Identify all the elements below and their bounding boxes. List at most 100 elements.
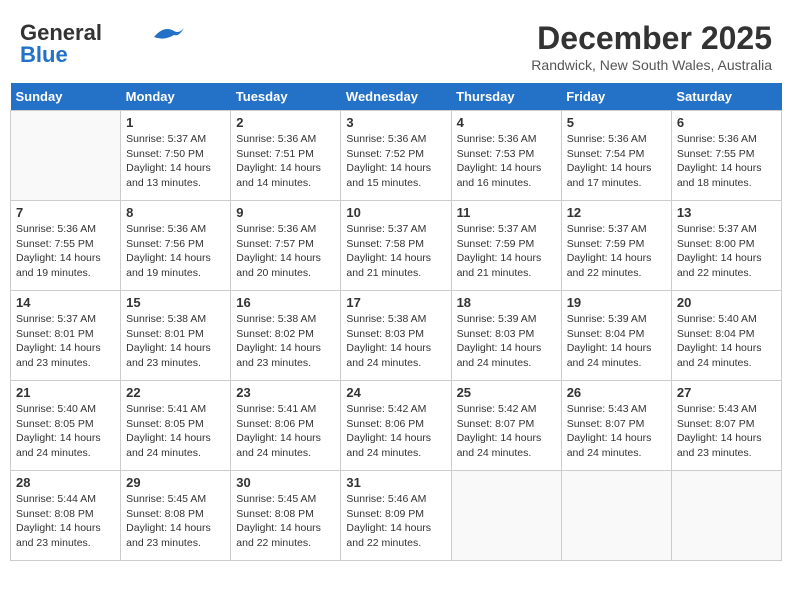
calendar-cell: 3 Sunrise: 5:36 AM Sunset: 7:52 PM Daylig… xyxy=(341,111,451,201)
calendar-cell: 13 Sunrise: 5:37 AM Sunset: 8:00 PM Dayli… xyxy=(671,201,781,291)
day-number: 16 xyxy=(236,295,335,310)
week-row-2: 7 Sunrise: 5:36 AM Sunset: 7:55 PM Daylig… xyxy=(11,201,782,291)
logo: General Blue xyxy=(20,20,184,68)
day-info: Sunrise: 5:44 AM Sunset: 8:08 PM Dayligh… xyxy=(16,492,115,551)
day-number: 3 xyxy=(346,115,445,130)
day-number: 5 xyxy=(567,115,666,130)
calendar-cell: 16 Sunrise: 5:38 AM Sunset: 8:02 PM Dayli… xyxy=(231,291,341,381)
day-info: Sunrise: 5:36 AM Sunset: 7:53 PM Dayligh… xyxy=(457,132,556,191)
calendar-cell: 24Sunrise: 5:42 AM Sunset: 8:06 PM Dayli… xyxy=(341,381,451,471)
calendar-cell: 19Sunrise: 5:39 AM Sunset: 8:04 PM Dayli… xyxy=(561,291,671,381)
day-info: Sunrise: 5:39 AM Sunset: 8:03 PM Dayligh… xyxy=(457,312,556,371)
day-number: 22 xyxy=(126,385,225,400)
location: Randwick, New South Wales, Australia xyxy=(531,57,772,73)
week-row-3: 14 Sunrise: 5:37 AM Sunset: 8:01 PM Dayli… xyxy=(11,291,782,381)
day-number: 26 xyxy=(567,385,666,400)
day-info: Sunrise: 5:36 AM Sunset: 7:55 PM Dayligh… xyxy=(677,132,776,191)
day-info: Sunrise: 5:39 AM Sunset: 8:04 PM Dayligh… xyxy=(567,312,666,371)
day-info: Sunrise: 5:42 AM Sunset: 8:07 PM Dayligh… xyxy=(457,402,556,461)
calendar-cell xyxy=(561,471,671,561)
col-header-sunday: Sunday xyxy=(11,83,121,111)
day-number: 12 xyxy=(567,205,666,220)
day-number: 29 xyxy=(126,475,225,490)
calendar-cell: 30 Sunrise: 5:45 AM Sunset: 8:08 PM Dayli… xyxy=(231,471,341,561)
day-info: Sunrise: 5:38 AM Sunset: 8:01 PM Dayligh… xyxy=(126,312,225,371)
logo-bird-icon xyxy=(154,23,184,41)
calendar-cell: 9Sunrise: 5:36 AM Sunset: 7:57 PM Daylig… xyxy=(231,201,341,291)
day-number: 17 xyxy=(346,295,445,310)
day-info: Sunrise: 5:43 AM Sunset: 8:07 PM Dayligh… xyxy=(677,402,776,461)
calendar-cell: 23 Sunrise: 5:41 AM Sunset: 8:06 PM Dayli… xyxy=(231,381,341,471)
day-number: 23 xyxy=(236,385,335,400)
day-number: 20 xyxy=(677,295,776,310)
day-info: Sunrise: 5:36 AM Sunset: 7:56 PM Dayligh… xyxy=(126,222,225,281)
calendar-cell: 21 Sunrise: 5:40 AM Sunset: 8:05 PM Dayli… xyxy=(11,381,121,471)
day-number: 13 xyxy=(677,205,776,220)
calendar-cell: 2 Sunrise: 5:36 AM Sunset: 7:51 PM Daylig… xyxy=(231,111,341,201)
logo-blue: Blue xyxy=(20,42,68,68)
day-info: Sunrise: 5:41 AM Sunset: 8:05 PM Dayligh… xyxy=(126,402,225,461)
day-info: Sunrise: 5:36 AM Sunset: 7:57 PM Dayligh… xyxy=(236,222,335,281)
col-header-thursday: Thursday xyxy=(451,83,561,111)
day-info: Sunrise: 5:36 AM Sunset: 7:52 PM Dayligh… xyxy=(346,132,445,191)
day-number: 6 xyxy=(677,115,776,130)
calendar-cell: 1 Sunrise: 5:37 AM Sunset: 7:50 PM Daylig… xyxy=(121,111,231,201)
day-number: 28 xyxy=(16,475,115,490)
day-number: 30 xyxy=(236,475,335,490)
day-info: Sunrise: 5:37 AM Sunset: 7:59 PM Dayligh… xyxy=(457,222,556,281)
day-info: Sunrise: 5:36 AM Sunset: 7:51 PM Dayligh… xyxy=(236,132,335,191)
calendar-cell xyxy=(451,471,561,561)
week-row-5: 28 Sunrise: 5:44 AM Sunset: 8:08 PM Dayli… xyxy=(11,471,782,561)
day-info: Sunrise: 5:41 AM Sunset: 8:06 PM Dayligh… xyxy=(236,402,335,461)
day-info: Sunrise: 5:40 AM Sunset: 8:05 PM Dayligh… xyxy=(16,402,115,461)
week-row-4: 21 Sunrise: 5:40 AM Sunset: 8:05 PM Dayli… xyxy=(11,381,782,471)
day-info: Sunrise: 5:37 AM Sunset: 8:00 PM Dayligh… xyxy=(677,222,776,281)
calendar-cell: 11Sunrise: 5:37 AM Sunset: 7:59 PM Dayli… xyxy=(451,201,561,291)
day-info: Sunrise: 5:45 AM Sunset: 8:08 PM Dayligh… xyxy=(236,492,335,551)
day-info: Sunrise: 5:37 AM Sunset: 7:50 PM Dayligh… xyxy=(126,132,225,191)
calendar-header-row: SundayMondayTuesdayWednesdayThursdayFrid… xyxy=(11,83,782,111)
day-info: Sunrise: 5:43 AM Sunset: 8:07 PM Dayligh… xyxy=(567,402,666,461)
calendar-cell: 22 Sunrise: 5:41 AM Sunset: 8:05 PM Dayli… xyxy=(121,381,231,471)
day-number: 14 xyxy=(16,295,115,310)
calendar-cell: 4 Sunrise: 5:36 AM Sunset: 7:53 PM Daylig… xyxy=(451,111,561,201)
day-number: 8 xyxy=(126,205,225,220)
col-header-tuesday: Tuesday xyxy=(231,83,341,111)
month-title: December 2025 xyxy=(531,20,772,57)
calendar-cell: 17 Sunrise: 5:38 AM Sunset: 8:03 PM Dayli… xyxy=(341,291,451,381)
week-row-1: 1 Sunrise: 5:37 AM Sunset: 7:50 PM Daylig… xyxy=(11,111,782,201)
calendar-cell: 25Sunrise: 5:42 AM Sunset: 8:07 PM Dayli… xyxy=(451,381,561,471)
day-info: Sunrise: 5:37 AM Sunset: 7:59 PM Dayligh… xyxy=(567,222,666,281)
calendar-cell xyxy=(671,471,781,561)
calendar-table: SundayMondayTuesdayWednesdayThursdayFrid… xyxy=(10,83,782,561)
calendar-cell: 14 Sunrise: 5:37 AM Sunset: 8:01 PM Dayli… xyxy=(11,291,121,381)
calendar-cell: 20 Sunrise: 5:40 AM Sunset: 8:04 PM Dayli… xyxy=(671,291,781,381)
day-info: Sunrise: 5:38 AM Sunset: 8:03 PM Dayligh… xyxy=(346,312,445,371)
day-number: 31 xyxy=(346,475,445,490)
day-number: 7 xyxy=(16,205,115,220)
day-number: 10 xyxy=(346,205,445,220)
day-number: 21 xyxy=(16,385,115,400)
calendar-cell: 31 Sunrise: 5:46 AM Sunset: 8:09 PM Dayli… xyxy=(341,471,451,561)
day-info: Sunrise: 5:46 AM Sunset: 8:09 PM Dayligh… xyxy=(346,492,445,551)
col-header-wednesday: Wednesday xyxy=(341,83,451,111)
day-number: 1 xyxy=(126,115,225,130)
day-info: Sunrise: 5:38 AM Sunset: 8:02 PM Dayligh… xyxy=(236,312,335,371)
calendar-cell xyxy=(11,111,121,201)
title-area: December 2025 Randwick, New South Wales,… xyxy=(531,20,772,73)
day-number: 2 xyxy=(236,115,335,130)
day-info: Sunrise: 5:40 AM Sunset: 8:04 PM Dayligh… xyxy=(677,312,776,371)
calendar-cell: 10Sunrise: 5:37 AM Sunset: 7:58 PM Dayli… xyxy=(341,201,451,291)
day-number: 18 xyxy=(457,295,556,310)
day-number: 27 xyxy=(677,385,776,400)
calendar-cell: 12 Sunrise: 5:37 AM Sunset: 7:59 PM Dayli… xyxy=(561,201,671,291)
day-number: 4 xyxy=(457,115,556,130)
day-info: Sunrise: 5:36 AM Sunset: 7:55 PM Dayligh… xyxy=(16,222,115,281)
col-header-saturday: Saturday xyxy=(671,83,781,111)
day-info: Sunrise: 5:37 AM Sunset: 8:01 PM Dayligh… xyxy=(16,312,115,371)
calendar-cell: 15Sunrise: 5:38 AM Sunset: 8:01 PM Dayli… xyxy=(121,291,231,381)
calendar-cell: 6 Sunrise: 5:36 AM Sunset: 7:55 PM Daylig… xyxy=(671,111,781,201)
day-info: Sunrise: 5:36 AM Sunset: 7:54 PM Dayligh… xyxy=(567,132,666,191)
calendar-cell: 8 Sunrise: 5:36 AM Sunset: 7:56 PM Daylig… xyxy=(121,201,231,291)
calendar-cell: 7 Sunrise: 5:36 AM Sunset: 7:55 PM Daylig… xyxy=(11,201,121,291)
